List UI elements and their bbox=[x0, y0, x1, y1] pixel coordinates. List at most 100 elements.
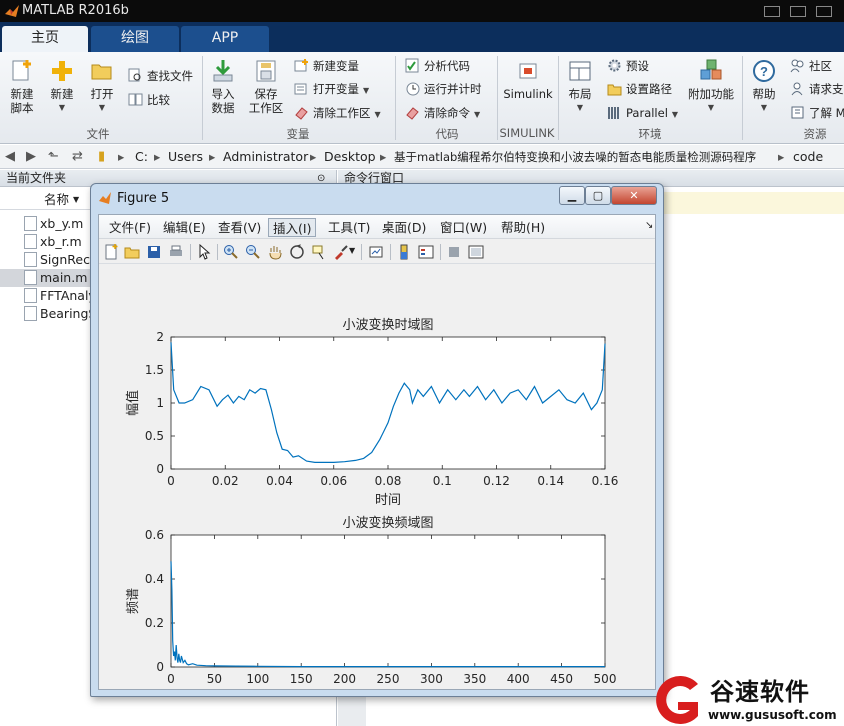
breadcrumb-item[interactable]: C: bbox=[135, 145, 148, 169]
addons-cubes-icon bbox=[700, 59, 722, 80]
compare-icon bbox=[128, 93, 143, 106]
back-arrow-icon[interactable]: ◀ bbox=[5, 145, 15, 169]
new-label: 新建 bbox=[50, 87, 74, 101]
close-button[interactable] bbox=[816, 6, 832, 17]
site-watermark: 谷速软件 www.gususoft.com bbox=[646, 672, 844, 726]
toolbar-separator bbox=[361, 244, 362, 260]
breadcrumb-item[interactable]: Users bbox=[168, 145, 203, 169]
community-label: 社区 bbox=[809, 59, 832, 73]
clear-workspace-button[interactable]: 清除工作区 ▼ bbox=[294, 103, 381, 123]
environment-section-label: 环境 bbox=[638, 127, 662, 141]
new-script-label: 新建 脚本 bbox=[10, 87, 34, 115]
pan-hand-icon[interactable] bbox=[267, 244, 283, 260]
clear-commands-button[interactable]: 清除命令 ▼ bbox=[405, 103, 480, 123]
figure-close-button[interactable]: ✕ bbox=[611, 186, 657, 205]
figure-maximize-button[interactable]: ▢ bbox=[585, 186, 611, 205]
tab-home[interactable]: 主页 bbox=[2, 26, 88, 52]
run-and-time-button[interactable]: 运行并计时 bbox=[405, 79, 482, 99]
rotate-3d-icon[interactable] bbox=[289, 244, 305, 260]
tab-apps[interactable]: APP bbox=[181, 26, 269, 52]
print-icon[interactable] bbox=[168, 244, 184, 260]
menu-insert[interactable]: 插入(I) bbox=[268, 218, 317, 237]
save-icon[interactable] bbox=[146, 244, 162, 260]
section-divider bbox=[558, 56, 559, 140]
breadcrumb-item[interactable]: 基于matlab编程希尔伯特变换和小波去噪的暂态电能质量检测源码程序 bbox=[394, 145, 756, 169]
open-variable-button[interactable]: 打开变量 ▼ bbox=[294, 79, 369, 99]
parallel-icon bbox=[608, 107, 619, 119]
breadcrumb-item[interactable]: Administrator bbox=[223, 145, 308, 169]
forward-arrow-icon[interactable]: ▶ bbox=[26, 145, 36, 169]
brush-icon[interactable] bbox=[333, 244, 349, 260]
y-axis-label: 幅值 bbox=[125, 390, 141, 416]
new-figure-icon[interactable] bbox=[103, 244, 119, 260]
figure-minimize-button[interactable]: ▁ bbox=[559, 186, 585, 205]
x-tick-label: 450 bbox=[550, 672, 573, 686]
analyze-code-button[interactable]: 分析代码 bbox=[405, 56, 470, 76]
figure-window[interactable]: Figure 5 ▁ ▢ ✕ 文件(F) 编辑(E) 查看(V) 插入(I) 工… bbox=[90, 183, 664, 697]
show-plot-tools-icon[interactable] bbox=[468, 244, 484, 260]
hide-plot-tools-icon[interactable] bbox=[446, 244, 462, 260]
chart-title: 小波变换频域图 bbox=[342, 515, 433, 531]
zoom-out-icon[interactable] bbox=[245, 244, 261, 260]
menu-help[interactable]: 帮助(H) bbox=[497, 218, 549, 237]
pointer-icon[interactable] bbox=[196, 244, 212, 260]
x-tick-label: 0.16 bbox=[592, 474, 619, 488]
breadcrumb-item[interactable]: code bbox=[793, 145, 823, 169]
simulink-button[interactable]: Simulink bbox=[502, 58, 554, 101]
request-support-button[interactable]: 请求支 bbox=[790, 79, 844, 99]
save-workspace-button[interactable]: 保存 工作区 bbox=[248, 58, 284, 115]
import-data-icon bbox=[213, 60, 233, 82]
find-files-button[interactable]: 查找文件 bbox=[128, 66, 193, 86]
learn-matlab-button[interactable]: 了解 M bbox=[790, 103, 844, 123]
breadcrumb-separator: ▸ bbox=[154, 149, 161, 164]
preferences-button[interactable]: 预设 bbox=[607, 56, 649, 76]
open-file-icon[interactable] bbox=[124, 244, 140, 260]
y-tick-label: 0.2 bbox=[145, 616, 164, 630]
simulink-icon bbox=[519, 63, 537, 79]
legend-icon[interactable] bbox=[418, 244, 434, 260]
menu-file[interactable]: 文件(F) bbox=[105, 218, 155, 237]
maximize-button[interactable] bbox=[790, 6, 806, 17]
link-plot-icon[interactable] bbox=[368, 244, 384, 260]
data-cursor-icon[interactable] bbox=[311, 244, 327, 260]
analyze-code-icon bbox=[405, 58, 419, 73]
set-path-label: 设置路径 bbox=[626, 82, 672, 96]
import-data-button[interactable]: 导入 数据 bbox=[206, 58, 240, 115]
set-path-button[interactable]: 设置路径 bbox=[607, 79, 672, 99]
file-section-label: 文件 bbox=[86, 127, 110, 141]
x-tick-label: 0.06 bbox=[320, 474, 347, 488]
open-button[interactable]: 打开 ▼ bbox=[86, 58, 118, 115]
community-button[interactable]: 社区 bbox=[790, 56, 832, 76]
x-tick-label: 0.14 bbox=[537, 474, 564, 488]
layout-button[interactable]: 布局 ▼ bbox=[564, 58, 596, 115]
breadcrumb-item[interactable]: Desktop bbox=[324, 145, 376, 169]
chevron-down-icon: ▼ bbox=[671, 110, 679, 119]
new-button[interactable]: 新建 ▼ bbox=[46, 58, 78, 115]
zoom-in-icon[interactable] bbox=[223, 244, 239, 260]
figure-menubar: 文件(F) 编辑(E) 查看(V) 插入(I) 工具(T) 桌面(D) 窗口(W… bbox=[99, 215, 655, 239]
parallel-button[interactable]: Parallel ▼ bbox=[607, 103, 678, 123]
compare-button[interactable]: 比较 bbox=[128, 90, 170, 110]
breadcrumb-separator: ▸ bbox=[310, 149, 317, 164]
menubar-overflow-icon[interactable]: ↘ bbox=[645, 220, 653, 231]
chevron-down-icon[interactable]: ▼ bbox=[349, 246, 355, 255]
community-icon bbox=[790, 59, 804, 73]
menu-view[interactable]: 查看(V) bbox=[214, 218, 265, 237]
menu-desktop[interactable]: 桌面(D) bbox=[378, 218, 430, 237]
up-folder-icon[interactable]: ⬑ bbox=[48, 145, 59, 169]
new-script-button[interactable]: 新建 脚本 bbox=[6, 58, 38, 115]
x-tick-label: 400 bbox=[507, 672, 530, 686]
minimize-button[interactable] bbox=[764, 6, 780, 17]
menu-tools[interactable]: 工具(T) bbox=[324, 218, 374, 237]
svg-text:?: ? bbox=[760, 64, 768, 79]
m-file-icon bbox=[24, 252, 37, 267]
addons-button[interactable]: 附加功能 ▼ bbox=[686, 58, 736, 115]
clear-workspace-icon bbox=[295, 107, 308, 120]
browse-folder-icon[interactable]: ⇄ bbox=[72, 145, 83, 169]
menu-window[interactable]: 窗口(W) bbox=[436, 218, 491, 237]
tab-plots[interactable]: 绘图 bbox=[91, 26, 179, 52]
new-variable-button[interactable]: 新建变量 bbox=[294, 56, 359, 76]
menu-edit[interactable]: 编辑(E) bbox=[159, 218, 210, 237]
help-button[interactable]: ? 帮助 ▼ bbox=[748, 58, 780, 115]
colorbar-icon[interactable] bbox=[396, 244, 412, 260]
